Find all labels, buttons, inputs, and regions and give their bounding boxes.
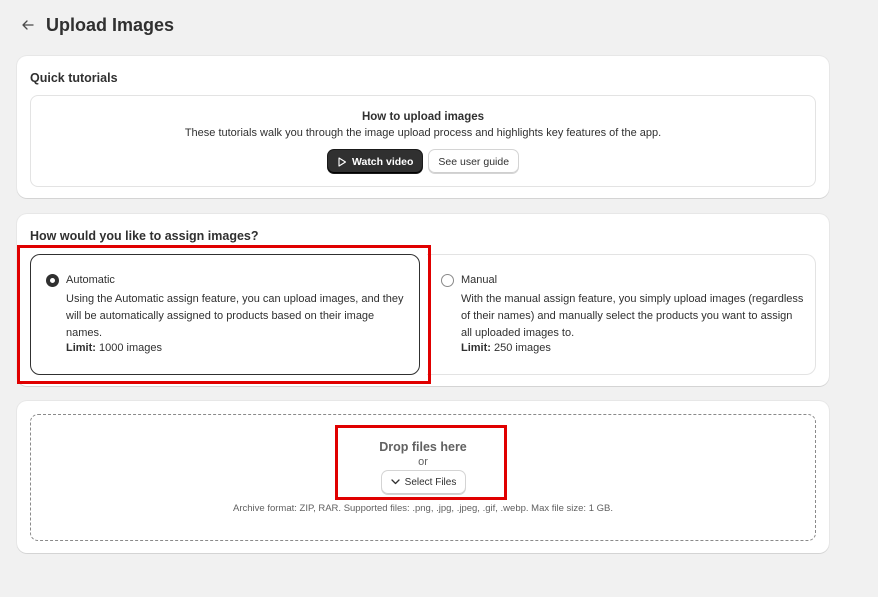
option-automatic-limit: Limit: 1000 images — [66, 342, 162, 354]
option-automatic[interactable]: Automatic Using the Automatic assign fea… — [30, 254, 420, 375]
upload-card: Drop files here or Select Files Archive … — [17, 401, 829, 553]
tutorial-box: How to upload images These tutorials wal… — [30, 95, 816, 187]
limit-label: Limit: — [461, 342, 491, 354]
option-manual-title: Manual — [461, 274, 498, 286]
assign-card: How would you like to assign images? Aut… — [17, 214, 829, 386]
limit-label: Limit: — [66, 342, 96, 354]
user-guide-button[interactable]: See user guide — [429, 150, 519, 173]
page-title: Upload Images — [46, 14, 175, 35]
watch-video-label: Watch video — [351, 155, 414, 168]
play-icon — [337, 156, 347, 167]
option-manual-description: With the manual assign feature, you simp… — [461, 293, 804, 339]
option-automatic-title: Automatic — [66, 274, 115, 286]
limit-value: 1000 images — [99, 342, 163, 354]
limit-value: 250 images — [494, 342, 551, 354]
tutorial-buttons: Watch video See user guide — [31, 150, 815, 173]
assign-heading: How would you like to assign images? — [30, 229, 259, 243]
option-manual[interactable]: Manual With the manual assign feature, y… — [427, 254, 816, 375]
select-files-label: Select Files — [404, 477, 457, 488]
select-files-button[interactable]: Select Files — [382, 471, 465, 494]
arrow-left-icon[interactable] — [20, 17, 36, 33]
tutorial-description: These tutorials walk you through the ima… — [184, 127, 662, 139]
drop-title: Drop files here — [379, 440, 467, 454]
tutorials-card: Quick tutorials How to upload images The… — [17, 56, 829, 198]
file-dropzone[interactable]: Drop files here or Select Files Archive … — [30, 414, 816, 541]
page-header: Upload Images — [20, 12, 174, 38]
radio-automatic[interactable] — [46, 274, 59, 287]
chevron-down-icon — [391, 477, 400, 488]
radio-manual[interactable] — [441, 274, 454, 287]
option-automatic-description: Using the Automatic assign feature, you … — [66, 293, 404, 339]
watch-video-button[interactable]: Watch video — [327, 150, 423, 173]
tutorial-title: How to upload images — [361, 111, 485, 123]
drop-or: or — [418, 456, 428, 468]
upload-hint: Archive format: ZIP, RAR. Supported file… — [233, 503, 613, 514]
option-manual-limit: Limit: 250 images — [461, 342, 551, 354]
tutorials-heading: Quick tutorials — [30, 71, 118, 85]
